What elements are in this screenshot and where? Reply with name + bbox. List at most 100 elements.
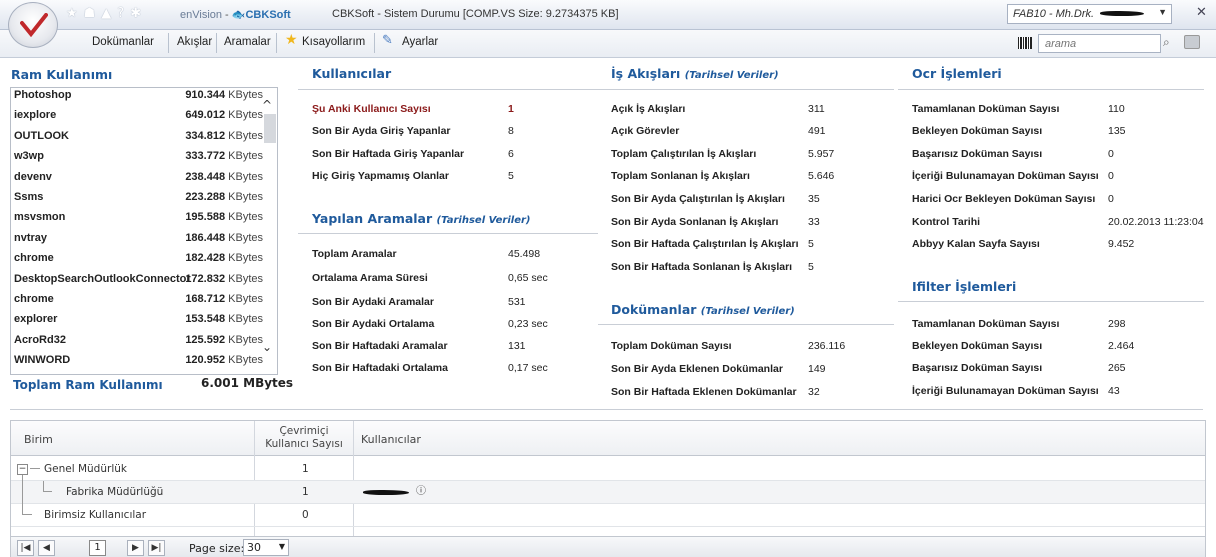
close-icon[interactable]: ✕ [1196, 5, 1207, 20]
list-item[interactable]: chrome 182.428 KBytes [11, 249, 277, 269]
barcode-icon[interactable] [1018, 37, 1032, 49]
divider [898, 89, 1204, 90]
table-row[interactable]: Fabrika Müdürlüğü 1 ⓘ [11, 475, 1205, 504]
process-name: chrome [14, 252, 54, 265]
info-icon[interactable]: ⓘ [416, 482, 426, 497]
search-input[interactable] [1038, 34, 1161, 53]
ram-value-unit: KBytes [228, 252, 263, 265]
list-item[interactable]: WINWORD 120.952 KBytes [11, 351, 277, 371]
unit-name: Fabrika Müdürlüğü [66, 486, 164, 498]
ram-value-number: 168.712 [185, 293, 226, 305]
list-item[interactable]: explorer 153.548 KBytes [11, 310, 277, 330]
search-icon[interactable]: ⌕ [1163, 35, 1170, 50]
settings-icon: ✎ [382, 33, 393, 48]
column-header-users[interactable]: Kullanıcılar [361, 433, 421, 446]
stat-label: Harici Ocr Bekleyen Doküman Sayısı [912, 193, 1096, 205]
list-item[interactable]: chrome 168.712 KBytes [11, 290, 277, 310]
user-select[interactable]: FAB10 - Mh.Drk. ▼ [1007, 4, 1172, 24]
list-item[interactable]: Ssms 223.288 KBytes [11, 188, 277, 208]
ram-value-unit: KBytes [228, 354, 263, 367]
ram-value-number: 333.772 [185, 150, 226, 163]
stat-label: Son Bir Haftada Çalıştırılan İş Akışları [611, 238, 799, 250]
column-header-online-count[interactable]: Çevrimiçi Kullanıcı Sayısı [255, 425, 353, 451]
stat-label: Açık İş Akışları [611, 103, 686, 115]
stat-value: 0 [1108, 170, 1114, 182]
menu-shortcuts[interactable]: Kısayollarım [302, 36, 365, 48]
quick-access-toolbar[interactable]: ★☗▲?✱ [66, 6, 147, 21]
menu-settings[interactable]: Ayarlar [402, 36, 438, 48]
first-page-button[interactable]: |◀ [17, 540, 34, 556]
ram-value-unit: KBytes [228, 293, 263, 305]
list-item[interactable]: DesktopSearchOutlookConnector 172.832 KBy… [11, 270, 277, 290]
process-ram-value: 172.832 KBytes [185, 273, 263, 285]
stat-label: Hiç Giriş Yapmamış Olanlar [312, 170, 449, 182]
prev-page-button[interactable]: ◀ [38, 540, 55, 556]
user-select-value: FAB10 - Mh.Drk. [1013, 8, 1095, 20]
ram-list[interactable]: Photoshop 910.344 KBytes iexplore 649.012 K… [10, 87, 278, 375]
unit-name: Birimsiz Kullanıcılar [44, 509, 147, 521]
stat-value: 135 [1108, 125, 1126, 137]
list-item[interactable]: devenv 238.448 KBytes [11, 168, 277, 188]
list-item[interactable]: OUTLOOK 334.812 KBytes [11, 127, 277, 147]
stat-value: 531 [508, 296, 526, 308]
stat-label: Ortalama Arama Süresi [312, 272, 428, 284]
scroll-down-icon[interactable]: ⌄ [262, 340, 272, 354]
stat-value: 236.116 [808, 340, 846, 352]
list-item[interactable]: Photoshop 910.344 KBytes [11, 88, 277, 106]
menu-workflows[interactable]: Akışlar [177, 36, 212, 48]
process-ram-value: 168.712 KBytes [185, 293, 263, 305]
last-page-button[interactable]: ▶| [148, 540, 165, 556]
stat-label: Başarısız Doküman Sayısı [912, 148, 1043, 160]
menu-bar: Dokümanlar Akışlar Aramalar ★ Kısayollar… [0, 30, 1216, 58]
ram-value-unit: KBytes [228, 211, 263, 224]
ifilter-title: Ifilter İşlemleri [912, 279, 1017, 294]
page-size-select[interactable]: 30 ▼ [243, 539, 289, 556]
ram-value-unit: KBytes [228, 191, 263, 203]
list-item[interactable]: nvtray 186.448 KBytes [11, 229, 277, 249]
process-ram-value: 186.448 KBytes [185, 232, 263, 244]
process-name: explorer [14, 313, 58, 326]
table-row[interactable]: − Genel Müdürlük 1 [11, 458, 1205, 481]
stat-value: 5.957 [808, 148, 835, 160]
ram-value-number: 153.548 [185, 313, 226, 326]
workflows-hist: (Tarihsel Veriler) [684, 70, 779, 81]
stat-value: 265 [1108, 362, 1126, 374]
menu-searches[interactable]: Aramalar [224, 36, 271, 48]
ram-total-value: 6.001 MBytes [201, 376, 294, 390]
list-item[interactable]: msvsmon 195.588 KBytes [11, 208, 277, 228]
scrollbar-thumb[interactable] [264, 114, 276, 143]
scroll-up-icon[interactable]: ^ [262, 98, 272, 112]
menu-divider [168, 33, 169, 53]
next-page-button[interactable]: ▶ [127, 540, 144, 556]
table-row[interactable]: Birimsiz Kullanıcılar 0 [11, 498, 1205, 527]
process-ram-value: 195.588 KBytes [185, 211, 263, 223]
stat-value: 8 [508, 125, 514, 137]
collapse-icon[interactable]: − [17, 464, 28, 475]
stat-value: 5 [508, 170, 514, 182]
stat-label: Son Bir Aydaki Aramalar [312, 296, 434, 308]
list-item[interactable]: iexplore 649.012 KBytes [11, 106, 277, 126]
menu-documents[interactable]: Dokümanlar [92, 36, 154, 48]
page-number[interactable]: 1 [89, 540, 106, 556]
process-ram-value: 125.592 KBytes [185, 334, 263, 346]
column-header-birim[interactable]: Birim [24, 433, 53, 446]
process-name: AcroRd32 [14, 333, 66, 346]
tree-line [22, 498, 32, 515]
stat-value: 5 [808, 238, 814, 250]
stat-label: Kontrol Tarihi [912, 216, 981, 228]
briefcase-icon[interactable] [1184, 35, 1200, 49]
stat-value: 298 [1108, 318, 1126, 330]
process-name: Ssms [14, 191, 44, 203]
app-menu-orb[interactable] [8, 2, 58, 48]
menu-divider [276, 33, 277, 53]
stat-value: 45.498 [508, 248, 541, 260]
stat-label: Son Bir Ayda Sonlanan İş Akışları [611, 216, 779, 228]
ram-value-number: 334.812 [185, 129, 226, 142]
stat-value: 110 [1108, 103, 1125, 115]
process-name: nvtray [14, 231, 48, 244]
process-ram-value: 223.288 KBytes [185, 191, 263, 203]
list-item[interactable]: w3wp 333.772 KBytes [11, 147, 277, 167]
workflows-title: İş Akışları (Tarihsel Veriler) [611, 66, 779, 81]
ram-value-unit: KBytes [228, 333, 263, 346]
list-item[interactable]: AcroRd32 125.592 KBytes [11, 331, 277, 351]
